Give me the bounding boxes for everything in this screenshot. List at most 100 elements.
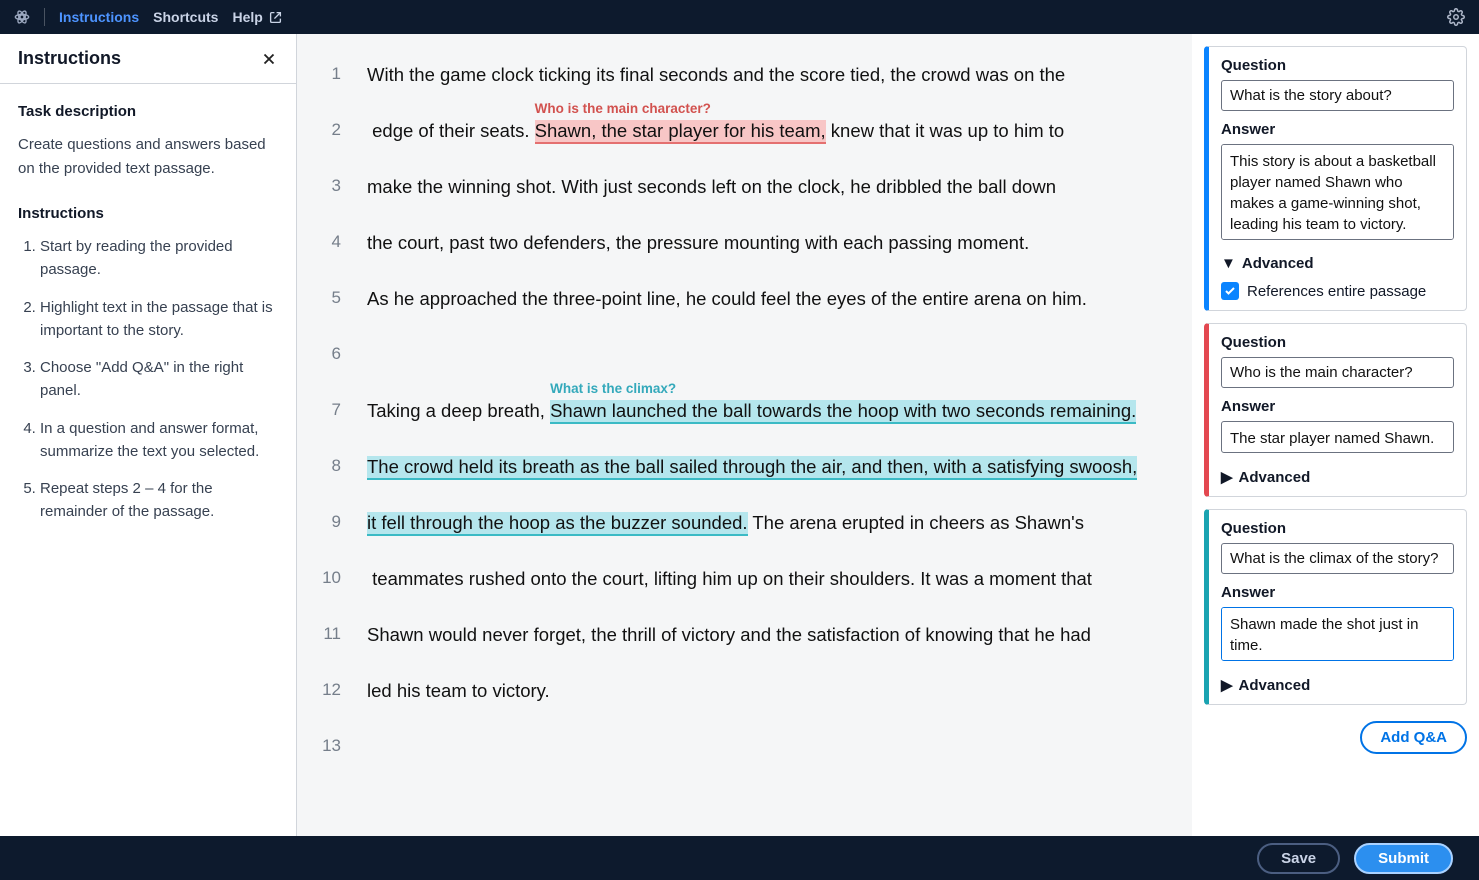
- instructions-header: Instructions: [0, 34, 296, 84]
- add-qa-row: Add Q&A: [1204, 721, 1467, 754]
- line-number: 1: [315, 64, 341, 86]
- line-text[interactable]: Shawn would never forget, the thrill of …: [367, 624, 1164, 646]
- references-passage-label: References entire passage: [1247, 283, 1426, 300]
- divider: [44, 8, 45, 26]
- footer: Save Submit: [0, 836, 1479, 880]
- question-input[interactable]: [1221, 357, 1454, 388]
- steps-list: Start by reading the provided passage. Hi…: [18, 235, 278, 524]
- line-text[interactable]: led his team to victory.: [367, 680, 1164, 702]
- passage-line: 4 the court, past two defenders, the pres…: [315, 232, 1164, 254]
- advanced-label: Advanced: [1239, 677, 1311, 694]
- task-text: Create questions and answers based on th…: [18, 133, 278, 180]
- passage-line: 5 As he approached the three-point line, …: [315, 288, 1164, 310]
- chevron-right-icon: ▶: [1221, 468, 1233, 486]
- step-item: Repeat steps 2 – 4 for the remainder of …: [40, 477, 278, 524]
- answer-label: Answer: [1221, 398, 1454, 415]
- close-icon: [260, 50, 278, 68]
- step-item: In a question and answer format, summari…: [40, 417, 278, 464]
- answer-input[interactable]: [1221, 144, 1454, 240]
- line-number: 13: [315, 736, 341, 758]
- answer-label: Answer: [1221, 584, 1454, 601]
- app-logo-icon: [14, 9, 30, 25]
- steps-heading: Instructions: [18, 202, 278, 225]
- passage-line: 3 make the winning shot. With just second…: [315, 176, 1164, 198]
- passage-line: 9 it fell through the hoop as the buzzer …: [315, 512, 1164, 534]
- settings-button[interactable]: [1447, 8, 1465, 26]
- main-area: Instructions Task description Create que…: [0, 34, 1479, 836]
- references-passage-checkbox[interactable]: [1221, 282, 1239, 300]
- qa-card: Question Answer ▼ Advanced References entir…: [1204, 46, 1467, 311]
- step-item: Choose "Add Q&A" in the right panel.: [40, 356, 278, 403]
- nav-help[interactable]: Help: [232, 9, 281, 25]
- line-number: 2: [315, 120, 341, 142]
- step-item: Start by reading the provided passage.: [40, 235, 278, 282]
- passage-line: 12led his team to victory.: [315, 680, 1164, 702]
- top-header: Instructions Shortcuts Help: [0, 0, 1479, 34]
- nav-instructions[interactable]: Instructions: [59, 9, 139, 25]
- qa-card: Question Answer ▶ Advanced: [1204, 509, 1467, 705]
- line-text[interactable]: [367, 736, 1164, 758]
- passage-line: 13: [315, 736, 1164, 758]
- line-number: 9: [315, 512, 341, 534]
- line-number: 11: [315, 624, 341, 646]
- close-instructions-button[interactable]: [260, 50, 278, 68]
- highlight[interactable]: Shawn, the star player for his team,Who …: [535, 120, 826, 144]
- line-number: 7: [315, 400, 341, 422]
- line-number: 3: [315, 176, 341, 198]
- advanced-toggle[interactable]: ▶ Advanced: [1221, 676, 1454, 694]
- line-text[interactable]: make the winning shot. With just seconds…: [367, 176, 1164, 198]
- highlight[interactable]: The crowd held its breath as the ball sa…: [367, 456, 1137, 480]
- line-text[interactable]: the court, past two defenders, the press…: [367, 232, 1164, 254]
- advanced-label: Advanced: [1242, 255, 1314, 272]
- question-label: Question: [1221, 520, 1454, 537]
- passage-line: 6: [315, 344, 1164, 366]
- answer-input[interactable]: [1221, 607, 1454, 661]
- line-number: 6: [315, 344, 341, 366]
- qa-card: Question Answer ▶ Advanced: [1204, 323, 1467, 497]
- highlight-label: What is the climax?: [550, 381, 676, 396]
- passage-line: 1 With the game clock ticking its final s…: [315, 64, 1164, 86]
- line-text[interactable]: The crowd held its breath as the ball sa…: [367, 456, 1164, 478]
- references-passage-row: References entire passage: [1221, 282, 1454, 300]
- step-item: Highlight text in the passage that is im…: [40, 296, 278, 343]
- line-text[interactable]: edge of their seats. Shawn, the star pla…: [367, 120, 1164, 142]
- instructions-title: Instructions: [18, 48, 121, 69]
- chevron-down-icon: ▼: [1221, 255, 1236, 272]
- line-text[interactable]: it fell through the hoop as the buzzer s…: [367, 512, 1164, 534]
- highlight-label: Who is the main character?: [535, 101, 711, 116]
- save-button[interactable]: Save: [1257, 843, 1340, 874]
- line-text[interactable]: As he approached the three-point line, h…: [367, 288, 1164, 310]
- highlight[interactable]: Shawn launched the ball towards the hoop…: [550, 400, 1136, 424]
- passage-line: 2 edge of their seats. Shawn, the star p…: [315, 120, 1164, 142]
- line-number: 8: [315, 456, 341, 478]
- highlight[interactable]: it fell through the hoop as the buzzer s…: [367, 512, 748, 536]
- line-text[interactable]: [367, 344, 1164, 366]
- answer-input[interactable]: [1221, 421, 1454, 453]
- passage-line: 7 Taking a deep breath, Shawn launched th…: [315, 400, 1164, 422]
- task-heading: Task description: [18, 100, 278, 123]
- line-text[interactable]: Taking a deep breath, Shawn launched the…: [367, 400, 1164, 422]
- line-text[interactable]: With the game clock ticking its final se…: [367, 64, 1164, 86]
- answer-label: Answer: [1221, 121, 1454, 138]
- nav-help-label: Help: [232, 9, 262, 25]
- line-text[interactable]: teammates rushed onto the court, lifting…: [367, 568, 1164, 590]
- advanced-toggle[interactable]: ▼ Advanced: [1221, 255, 1454, 272]
- line-number: 5: [315, 288, 341, 310]
- submit-button[interactable]: Submit: [1354, 843, 1453, 874]
- nav-shortcuts[interactable]: Shortcuts: [153, 9, 218, 25]
- external-link-icon: [269, 11, 282, 24]
- add-qa-button[interactable]: Add Q&A: [1360, 721, 1467, 754]
- qa-panel: Question Answer ▼ Advanced References entir…: [1192, 34, 1479, 836]
- passage-panel[interactable]: 1 With the game clock ticking its final s…: [297, 34, 1192, 836]
- line-number: 4: [315, 232, 341, 254]
- gear-icon: [1447, 8, 1465, 26]
- passage-line: 8 The crowd held its breath as the ball s…: [315, 456, 1164, 478]
- question-label: Question: [1221, 57, 1454, 74]
- question-input[interactable]: [1221, 80, 1454, 111]
- instructions-body: Task description Create questions and an…: [0, 84, 296, 556]
- passage-line: 10 teammates rushed onto the court, lift…: [315, 568, 1164, 590]
- question-input[interactable]: [1221, 543, 1454, 574]
- question-label: Question: [1221, 334, 1454, 351]
- chevron-right-icon: ▶: [1221, 676, 1233, 694]
- advanced-toggle[interactable]: ▶ Advanced: [1221, 468, 1454, 486]
